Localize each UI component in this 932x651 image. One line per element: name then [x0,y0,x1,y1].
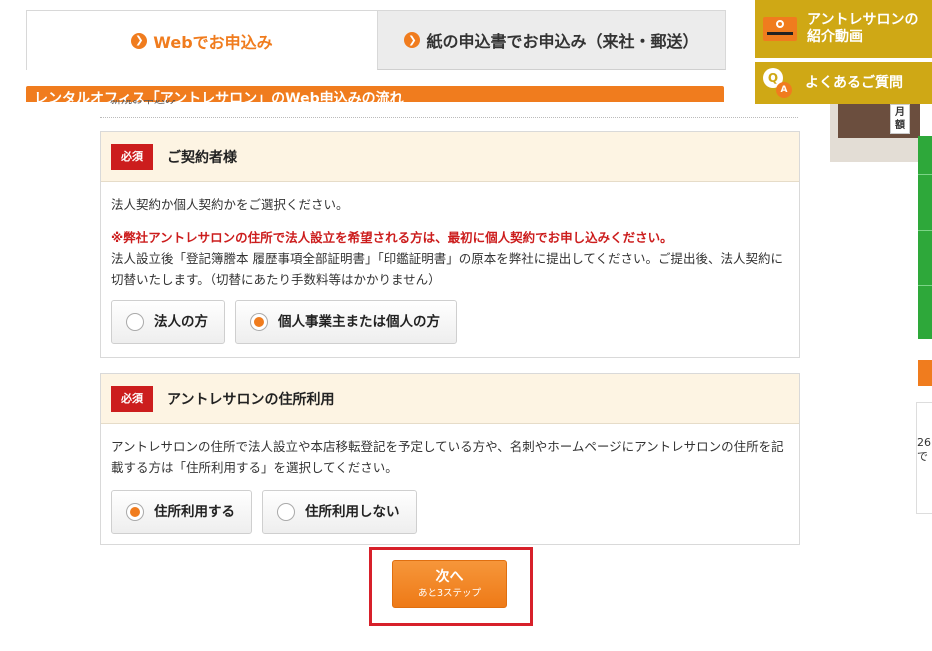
sidebar-green-menu[interactable] [918,136,932,339]
tab-paper-label: 紙の申込書でお申込み（来社・郵送） [426,32,699,51]
chevron-right-circle-icon: ❯ [404,32,421,48]
radio-individual[interactable]: 個人事業主または個人の方 [235,300,457,344]
sidebar-faq-label: よくあるご質問 [805,74,903,91]
cut-heading: 新規お申込み [110,100,176,114]
sidebar-edge-box: 26 で [916,402,932,514]
flow-banner-text: レンタルオフィス「アントレサロン」のWeb申込みの流れ [34,91,404,102]
radio-no-address-label: 住所利用しない [305,503,400,520]
radio-checked-icon [250,313,268,331]
divider [918,230,932,231]
radio-unchecked-icon [277,503,295,521]
radio-unchecked-icon [126,313,144,331]
tab-web-label: Webでお申込み [153,32,273,52]
divider [918,174,932,175]
contractor-note: 法人設立後「登記簿謄本 履歴事項全部証明書」「印鑑証明書」の原本を弊社に提出して… [111,251,783,287]
sidebar-edge-text: 26 で [917,436,931,463]
next-button-sublabel: あと3ステップ [417,588,482,599]
next-button[interactable]: 次へ あと3ステップ [392,560,507,608]
radio-checked-icon [126,503,144,521]
radio-no-address[interactable]: 住所利用しない [262,490,417,534]
radio-use-address-label: 住所利用する [154,503,235,520]
promo-price-tag: 月額 [890,104,910,134]
required-badge: 必須 [111,385,153,412]
radio-corporate[interactable]: 法人の方 [111,300,225,344]
radio-individual-label: 個人事業主または個人の方 [278,313,440,330]
contractor-section: 必須 ご契約者様 法人契約か個人契約かをご選択ください。 ※弊社アントレサロンの… [100,131,800,358]
contractor-warning: ※弊社アントレサロンの住所で法人設立を希望される方は、最初に個人契約でお申し込み… [111,230,673,245]
tab-paper-application[interactable]: ❯ 紙の申込書でお申込み（来社・郵送） [377,10,726,70]
sidebar-video-line1: アントレサロンの [807,12,919,28]
contractor-header: 必須 ご契約者様 [101,132,799,182]
chevron-right-circle-icon: ❯ [131,32,148,49]
contractor-title: ご契約者様 [167,149,237,166]
sidebar-video-link[interactable]: アントレサロンの 紹介動画 [755,0,932,58]
divider [100,117,798,118]
sidebar-faq-link[interactable]: Q A よくあるご質問 [755,62,932,104]
sidebar-orange-header [918,360,932,386]
video-icon [763,17,797,41]
tab-web-application[interactable]: ❯ Webでお申込み [26,10,378,70]
radio-use-address[interactable]: 住所利用する [111,490,252,534]
address-use-instruction: アントレサロンの住所で法人設立や本店移転登記を予定している方や、名刺やホームペー… [111,439,784,475]
qa-icon: Q A [763,68,793,98]
required-badge: 必須 [111,143,153,170]
address-use-title: アントレサロンの住所利用 [167,391,335,408]
address-use-section: 必須 アントレサロンの住所利用 アントレサロンの住所で法人設立や本店移転登記を予… [100,373,800,545]
address-use-header: 必須 アントレサロンの住所利用 [101,374,799,424]
divider [918,285,932,286]
radio-corporate-label: 法人の方 [154,313,208,330]
next-button-label: 次へ [435,569,464,585]
sidebar-video-line2: 紹介動画 [807,29,863,45]
contractor-instruction: 法人契約か個人契約かをご選択ください。 [111,197,349,212]
